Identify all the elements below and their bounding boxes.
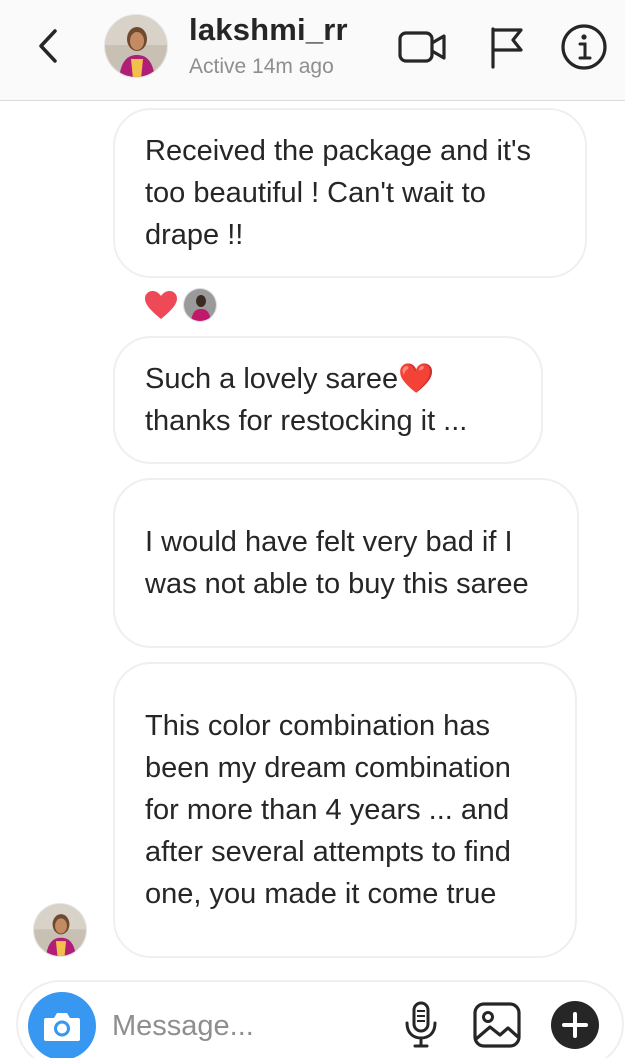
chat-username[interactable]: lakshmi_rr	[189, 12, 348, 48]
message-reactions[interactable]	[143, 287, 217, 323]
microphone-icon	[405, 1001, 437, 1048]
reactor-avatar	[183, 288, 217, 322]
chat-header: lakshmi_rr Active 14m ago	[0, 0, 625, 101]
info-icon	[561, 24, 607, 70]
message-text: I would have felt very bad if I was not …	[145, 526, 529, 600]
message-bubble[interactable]: This color combination has been my dream…	[113, 662, 577, 958]
report-flag-button[interactable]	[482, 22, 532, 72]
video-call-icon	[398, 31, 446, 63]
message-composer	[16, 980, 624, 1058]
active-status: Active 14m ago	[189, 55, 334, 78]
message-text: This color combination has been my dream…	[145, 710, 511, 910]
video-call-button[interactable]	[398, 22, 448, 72]
message-bubble[interactable]: Such a lovely saree❤️ thanks for restock…	[113, 336, 543, 464]
gallery-icon	[473, 1002, 521, 1048]
message-text: Received the package and it's too beauti…	[145, 135, 532, 251]
info-button[interactable]	[559, 22, 609, 72]
message-bubble[interactable]: Received the package and it's too beauti…	[113, 108, 587, 278]
plus-icon	[551, 1001, 599, 1049]
message-input[interactable]	[112, 1004, 382, 1048]
heart-icon	[143, 287, 179, 323]
back-button[interactable]	[30, 24, 66, 68]
gallery-button[interactable]	[470, 998, 524, 1052]
more-options-button[interactable]	[548, 998, 602, 1052]
header-avatar[interactable]	[104, 14, 168, 78]
message-bubble[interactable]: I would have felt very bad if I was not …	[113, 478, 579, 648]
voice-message-button[interactable]	[394, 998, 448, 1052]
sender-avatar[interactable]	[33, 903, 87, 957]
back-chevron-icon	[39, 29, 57, 63]
message-text: Such a lovely saree❤️ thanks for restock…	[145, 363, 468, 437]
flag-icon	[491, 27, 523, 69]
camera-button[interactable]	[28, 992, 96, 1058]
camera-icon	[44, 1013, 80, 1041]
